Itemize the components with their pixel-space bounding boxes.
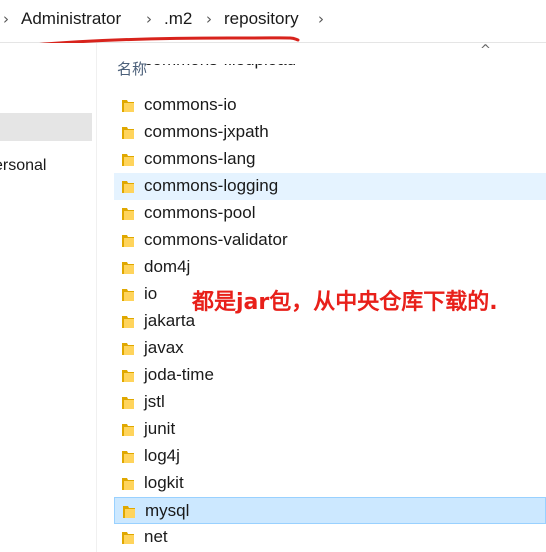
folder-icon xyxy=(122,127,134,139)
file-name: dom4j xyxy=(144,257,191,276)
list-item[interactable]: junit xyxy=(114,416,546,443)
folder-icon xyxy=(122,289,134,301)
folder-icon xyxy=(122,343,134,355)
folder-icon xyxy=(123,506,135,518)
folder-icon xyxy=(122,262,134,274)
list-item[interactable]: commons-pool xyxy=(114,200,546,227)
folder-icon xyxy=(122,370,134,382)
navigation-pane: ersonal xyxy=(0,43,96,552)
list-item[interactable]: javax xyxy=(114,335,546,362)
file-name: log4j xyxy=(144,446,180,465)
breadcrumb-separator: › xyxy=(206,10,212,28)
chevron-up-icon[interactable]: ^ xyxy=(480,43,491,58)
folder-icon xyxy=(122,424,134,436)
file-name: javax xyxy=(144,338,184,357)
file-name: commons-logging xyxy=(144,176,279,195)
nav-item-personal[interactable]: ersonal xyxy=(0,157,46,175)
list-item[interactable]: mysql xyxy=(114,497,546,524)
list-item-partial[interactable]: commons-fileupload xyxy=(114,64,546,82)
annotation-note: 都是jar包，从中央仓库下载的. xyxy=(192,290,498,315)
list-item[interactable]: joda-time xyxy=(114,362,546,389)
list-item[interactable]: logkit xyxy=(114,470,546,497)
list-item[interactable]: jstl xyxy=(114,389,546,416)
folder-icon xyxy=(122,181,134,193)
nav-selected-item[interactable] xyxy=(0,113,92,141)
file-name: jakarta xyxy=(144,311,196,330)
folder-icon xyxy=(122,154,134,166)
list-item[interactable]: dom4j xyxy=(114,254,546,281)
breadcrumb-separator: › xyxy=(318,10,324,28)
breadcrumb-separator: › xyxy=(3,10,9,28)
list-item[interactable]: commons-logging xyxy=(114,173,546,200)
file-name: mysql xyxy=(145,501,190,520)
folder-icon xyxy=(122,235,134,247)
file-name: joda-time xyxy=(144,365,214,384)
file-name: commons-pool xyxy=(144,203,256,222)
list-item[interactable]: commons-jxpath xyxy=(114,119,546,146)
folder-icon xyxy=(122,100,134,112)
breadcrumb-item-m2[interactable]: .m2 xyxy=(164,9,192,29)
list-item[interactable]: net xyxy=(114,524,546,551)
folder-icon xyxy=(122,316,134,328)
folder-icon xyxy=(122,397,134,409)
file-name: commons-validator xyxy=(144,230,288,249)
file-name: junit xyxy=(144,419,176,438)
folder-icon xyxy=(122,478,134,490)
file-name: commons-io xyxy=(144,95,237,114)
file-name: commons-fileupload xyxy=(144,64,296,70)
breadcrumb-item-administrator[interactable]: Administrator xyxy=(21,9,121,29)
file-name: commons-jxpath xyxy=(144,122,269,141)
folder-icon xyxy=(122,451,134,463)
breadcrumb-item-repository[interactable]: repository xyxy=(224,9,299,29)
list-item[interactable]: commons-validator xyxy=(114,227,546,254)
list-item[interactable]: commons-lang xyxy=(114,146,546,173)
pane-splitter[interactable] xyxy=(96,43,97,552)
file-name: io xyxy=(144,284,158,303)
file-name: commons-lang xyxy=(144,149,256,168)
file-name: jstl xyxy=(144,392,165,411)
breadcrumb-separator: › xyxy=(146,10,152,28)
list-item[interactable]: log4j xyxy=(114,443,546,470)
list-item[interactable]: commons-io xyxy=(114,92,546,119)
file-name: logkit xyxy=(144,473,184,492)
folder-icon xyxy=(122,532,134,544)
folder-icon xyxy=(122,208,134,220)
file-name: net xyxy=(144,527,168,546)
